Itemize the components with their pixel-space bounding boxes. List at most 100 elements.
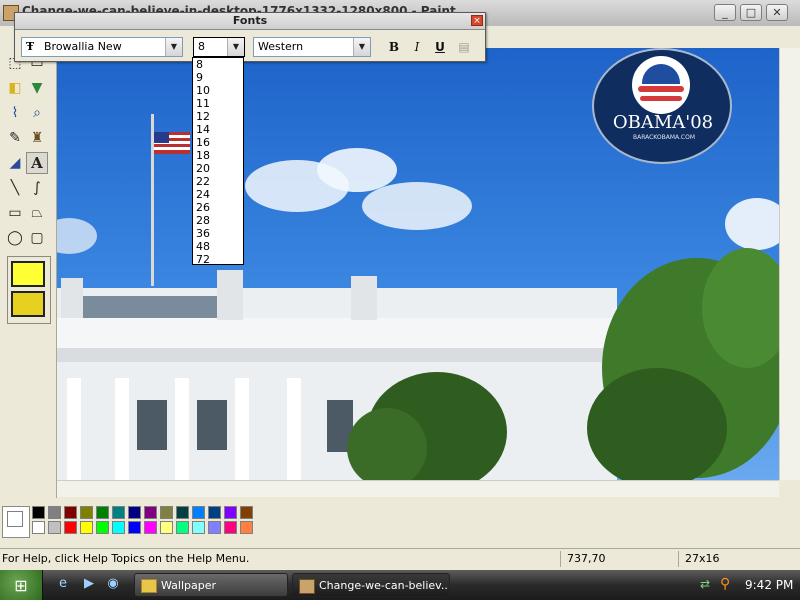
font-size-dropdown-list[interactable]: 8 9 10 11 12 14 16 18 20 22 24 26 28 36 48 72 [192,57,244,266]
fonts-close-button[interactable]: × [471,15,483,26]
color-swatch[interactable] [128,521,141,534]
font-size-option[interactable]: 9 [193,71,243,84]
font-size-option[interactable]: 36 [193,227,243,240]
close-button[interactable]: ✕ [766,4,788,21]
color-swatch[interactable] [192,506,205,519]
font-name-value: Browallia New [44,40,122,53]
script-value: Western [258,40,304,53]
color-swatch[interactable] [32,521,45,534]
color-picker-tool[interactable]: ⌇ [4,102,26,124]
color-swatch[interactable] [112,506,125,519]
rounded-rectangle-tool[interactable]: ▢ [26,227,48,249]
taskbar-item-label: Change-we-can-believ... [319,579,450,592]
color-swatch[interactable] [96,506,109,519]
minimize-button[interactable]: _ [714,4,736,21]
pencil-icon: ✎ [9,130,21,146]
color-swatch[interactable] [144,521,157,534]
line-tool[interactable]: ╲ [4,177,26,199]
font-size-option[interactable]: 8 [193,58,243,71]
brush-tool[interactable]: ♜ [26,127,48,149]
color-swatch[interactable] [224,521,237,534]
italic-button[interactable]: I [408,38,426,56]
font-size-option[interactable]: 12 [193,110,243,123]
transparent-background-option[interactable] [11,291,45,317]
color-swatch[interactable] [208,521,221,534]
opaque-background-option[interactable] [11,261,45,287]
color-swatch[interactable] [192,521,205,534]
ie-icon[interactable]: e [54,575,72,593]
font-size-option[interactable]: 28 [193,214,243,227]
chevron-down-icon[interactable]: ▼ [353,38,370,56]
font-size-select[interactable]: 8 ▼ [193,37,245,57]
font-size-option[interactable]: 14 [193,123,243,136]
fonts-title[interactable]: Fonts [15,13,485,30]
color-swatch[interactable] [160,506,173,519]
color-swatch[interactable] [176,521,189,534]
font-size-option[interactable]: 72 [193,253,243,266]
color-swatch[interactable] [208,506,221,519]
color-swatch[interactable] [80,506,93,519]
airbrush-tool[interactable]: ◢ [4,152,26,174]
chevron-down-icon[interactable]: ▼ [227,38,244,56]
taskbar-item-paint[interactable]: Change-we-can-believ... [292,573,450,597]
curve-tool[interactable]: ∫ [26,177,48,199]
rectangle-tool[interactable]: ▭ [4,202,26,224]
drawing-canvas[interactable]: OBAMA'08 BARACKOBAMA.COM [57,48,800,480]
font-name-select[interactable]: Ŧ Browallia New ▼ [21,37,183,57]
eraser-tool[interactable]: ◧ [4,77,26,99]
underline-button[interactable]: U [431,38,449,56]
color-swatch[interactable] [224,506,237,519]
color-swatch[interactable] [32,506,45,519]
color-swatch[interactable] [144,506,157,519]
brush-icon: ♜ [30,130,44,146]
font-size-option[interactable]: 24 [193,188,243,201]
vertical-text-icon: ▤ [458,40,470,54]
maximize-button[interactable]: □ [740,4,762,21]
color-swatch[interactable] [240,506,253,519]
color-swatch[interactable] [128,506,141,519]
folder-icon [141,579,157,593]
logo-text: OBAMA'08 [612,112,714,133]
taskbar-clock[interactable]: 9:42 PM [745,570,793,600]
pencil-tool[interactable]: ✎ [4,127,26,149]
color-swatch[interactable] [64,521,77,534]
color-swatch[interactable] [64,506,77,519]
font-size-option[interactable]: 26 [193,201,243,214]
color-swatch[interactable] [48,521,61,534]
font-size-option[interactable]: 10 [193,84,243,97]
font-size-option[interactable]: 22 [193,175,243,188]
current-colors[interactable] [2,506,30,538]
text-tool[interactable]: A [26,152,48,174]
taskbar-item-label: Wallpaper [161,579,217,592]
fill-bucket-tool[interactable]: ▼ [26,77,48,99]
font-size-option[interactable]: 48 [193,240,243,253]
color-swatch[interactable] [112,521,125,534]
chevron-down-icon[interactable]: ▼ [165,38,182,56]
vertical-scrollbar[interactable] [779,48,800,480]
messenger-icon[interactable]: ◉ [104,575,122,593]
script-select[interactable]: Western ▼ [253,37,371,57]
media-player-icon[interactable]: ▶ [80,575,98,593]
color-swatch[interactable] [80,521,93,534]
magnifier-icon: ⌕ [33,105,41,121]
magnifier-tool[interactable]: ⌕ [26,102,48,124]
horizontal-scrollbar[interactable] [57,480,779,497]
color-swatch[interactable] [160,521,173,534]
start-button[interactable]: ⊞ [0,570,43,600]
taskbar-item-wallpaper[interactable]: Wallpaper [134,573,288,597]
font-size-option[interactable]: 16 [193,136,243,149]
ellipse-tool[interactable]: ◯ [4,227,26,249]
text-tool-icon: A [31,154,43,172]
color-swatch[interactable] [96,521,109,534]
font-size-option[interactable]: 20 [193,162,243,175]
network-icon[interactable]: ⇄ [700,577,714,591]
windows-flag-icon: ⊞ [14,575,28,595]
font-size-option[interactable]: 18 [193,149,243,162]
search-tray-icon[interactable]: ⚲ [720,576,736,592]
polygon-tool[interactable]: ⏢ [26,202,48,224]
bold-button[interactable]: B [385,38,403,56]
color-swatch[interactable] [48,506,61,519]
font-size-option[interactable]: 11 [193,97,243,110]
color-swatch[interactable] [240,521,253,534]
color-swatch[interactable] [176,506,189,519]
